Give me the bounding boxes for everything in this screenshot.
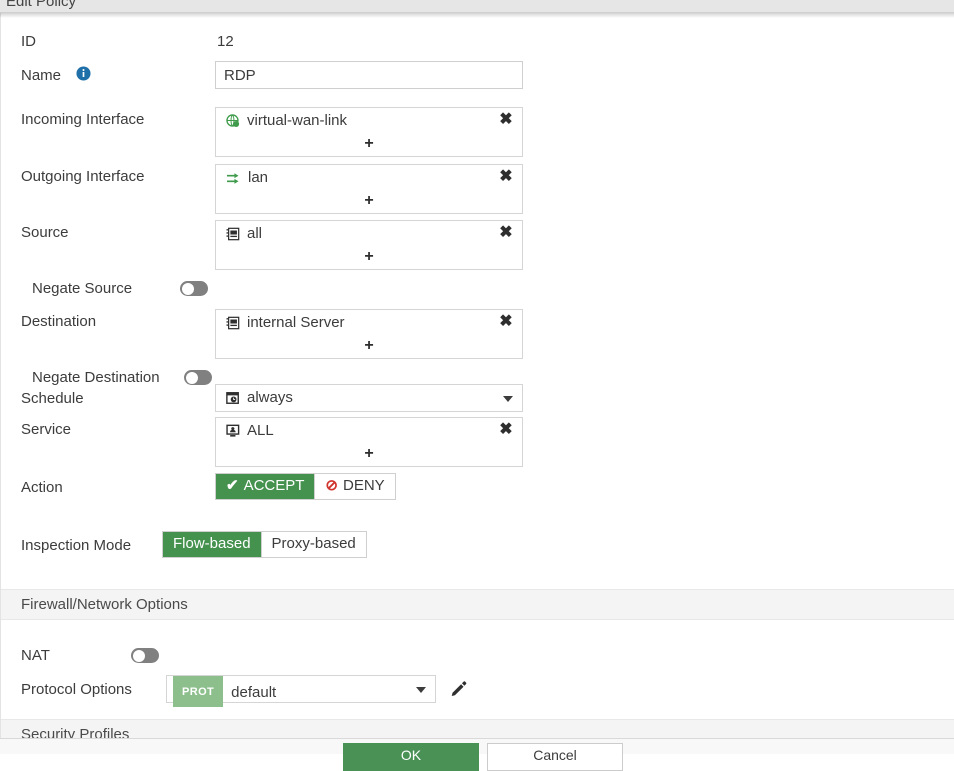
inspection-mode-proxy-based-button[interactable]: Proxy-based: [261, 532, 366, 557]
field-row-negate-source: Negate Source: [1, 276, 954, 300]
add-button[interactable]: +: [216, 247, 522, 269]
nat-label: NAT: [21, 647, 50, 664]
list-item-label: all: [247, 225, 263, 242]
section-header-label: Firewall/Network Options: [21, 596, 188, 613]
schedule-clock-icon: [226, 388, 240, 414]
inspection-mode-segmented-control: Flow-based Proxy-based: [162, 531, 367, 558]
destination-box[interactable]: internal Server ✖ +: [215, 309, 523, 359]
cancel-button-label: Cancel: [533, 747, 577, 763]
schedule-select[interactable]: always: [215, 384, 523, 412]
negate-source-label: Negate Source: [32, 280, 133, 297]
incoming-interface-label: Incoming Interface: [21, 111, 145, 128]
ok-button-label: OK: [400, 747, 422, 763]
info-circle-icon[interactable]: [76, 66, 91, 86]
protocol-badge: PROT: [173, 676, 224, 707]
list-item-label: virtual-wan-link: [247, 112, 348, 129]
inspection-mode-flow-based-button[interactable]: Flow-based: [163, 532, 262, 557]
service-label: Service: [21, 421, 72, 438]
action-accept-button[interactable]: ✔ ACCEPT: [216, 474, 316, 499]
list-item-label: ALL: [247, 422, 274, 439]
list-item[interactable]: all ✖: [216, 221, 522, 247]
edit-policy-panel: ID 12 Name Incoming Interface: [0, 13, 954, 738]
field-row-inspection-mode: Inspection Mode Flow-based Proxy-based: [1, 531, 954, 561]
add-button[interactable]: +: [216, 191, 522, 213]
protocol-options-value: default: [231, 684, 277, 701]
schedule-label: Schedule: [21, 390, 84, 407]
destination-label: Destination: [21, 313, 97, 330]
id-value: 12: [217, 33, 234, 50]
service-box[interactable]: ALL ✖ +: [215, 417, 523, 467]
id-label: ID: [21, 33, 36, 50]
list-item[interactable]: internal Server ✖: [216, 310, 522, 336]
negate-source-toggle[interactable]: [180, 281, 208, 296]
add-button[interactable]: +: [216, 336, 522, 358]
list-item[interactable]: lan ✖: [216, 165, 522, 191]
source-box[interactable]: all ✖ +: [215, 220, 523, 270]
action-deny-label: DENY: [343, 477, 385, 494]
remove-icon[interactable]: ✖: [498, 310, 514, 336]
outgoing-interface-box[interactable]: lan ✖ +: [215, 164, 523, 214]
field-row-nat: NAT: [1, 643, 954, 667]
outgoing-interface-label: Outgoing Interface: [21, 168, 145, 185]
sdwan-globe-icon: [226, 111, 240, 137]
nat-toggle[interactable]: [131, 648, 159, 663]
check-icon: ✔: [226, 477, 239, 494]
field-row-protocol-options: Protocol Options PROT default: [1, 675, 954, 707]
protocol-options-select[interactable]: PROT default: [166, 675, 436, 707]
protocol-options-label: Protocol Options: [21, 681, 132, 698]
window-titlebar: Edit Policy: [0, 0, 954, 13]
ok-button[interactable]: OK: [343, 743, 479, 771]
dialog-footer: OK Cancel: [0, 738, 954, 771]
remove-icon[interactable]: ✖: [498, 221, 514, 247]
list-item[interactable]: virtual-wan-link ✖: [216, 108, 522, 134]
negate-destination-toggle[interactable]: [184, 370, 212, 385]
address-object-icon: [226, 313, 240, 339]
list-item[interactable]: ALL ✖: [216, 418, 522, 444]
action-accept-label: ACCEPT: [243, 477, 305, 494]
add-button[interactable]: +: [216, 134, 522, 156]
chevron-down-icon[interactable]: [416, 687, 426, 693]
remove-icon[interactable]: ✖: [498, 108, 514, 134]
inspection-mode-label: Inspection Mode: [21, 537, 132, 554]
chevron-down-icon[interactable]: [503, 396, 513, 402]
incoming-interface-box[interactable]: virtual-wan-link ✖ +: [215, 107, 523, 157]
section-header-firewall-network-options: Firewall/Network Options: [1, 589, 954, 620]
list-item-label: lan: [248, 169, 269, 186]
name-input[interactable]: [215, 61, 523, 89]
source-label: Source: [21, 224, 69, 241]
action-deny-button[interactable]: ⊘ DENY: [315, 474, 395, 499]
field-row-name: Name: [1, 61, 954, 91]
section-header-label: Security Profiles: [21, 726, 130, 738]
field-row-id: ID 12: [1, 30, 954, 54]
deny-circle-icon: ⊘: [325, 477, 338, 494]
field-row-action: Action ✔ ACCEPT ⊘ DENY: [1, 473, 954, 503]
action-segmented-control: ✔ ACCEPT ⊘ DENY: [215, 473, 396, 500]
add-button[interactable]: +: [216, 444, 522, 466]
remove-icon[interactable]: ✖: [498, 165, 514, 191]
schedule-value: always: [247, 389, 293, 406]
service-monitor-icon: [226, 421, 240, 447]
pencil-icon[interactable]: [451, 680, 468, 702]
list-item-label: internal Server: [247, 314, 345, 331]
action-label: Action: [21, 479, 63, 496]
remove-icon[interactable]: ✖: [498, 418, 514, 444]
interface-arrows-icon: [226, 168, 241, 194]
section-header-security-profiles: Security Profiles: [1, 719, 954, 738]
field-row-schedule: Schedule always: [1, 384, 954, 414]
cancel-button[interactable]: Cancel: [487, 743, 623, 771]
name-label: Name: [21, 67, 62, 84]
window-title: Edit Policy: [6, 0, 77, 10]
address-object-icon: [226, 224, 240, 250]
